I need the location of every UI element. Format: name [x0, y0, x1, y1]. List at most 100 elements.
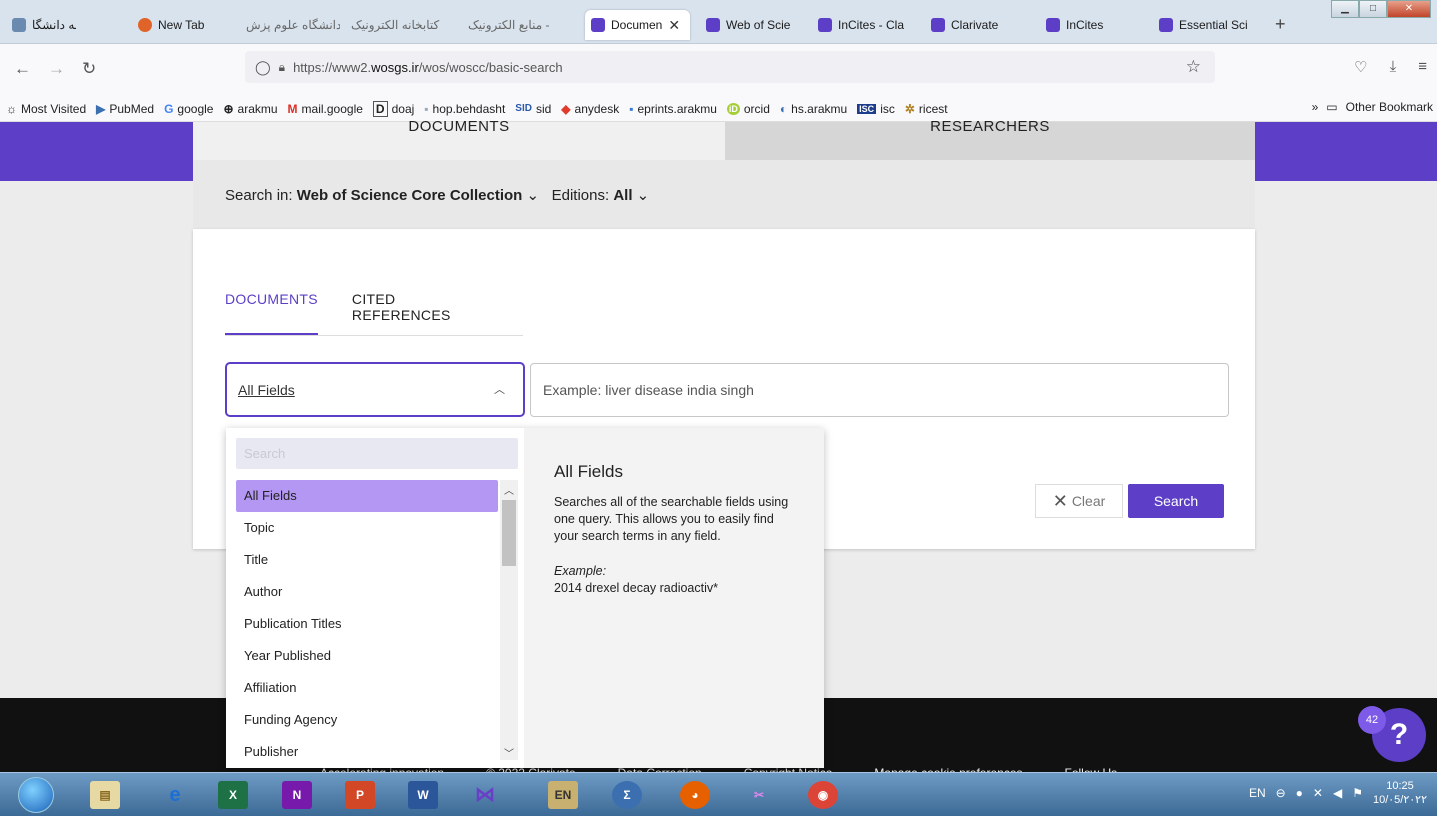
bookmark-item[interactable]: SID sid	[515, 102, 551, 116]
browser-tab[interactable]: New Tab	[132, 10, 222, 40]
clock[interactable]: 10:25 10/۰5/۲۰۲۲	[1373, 779, 1427, 807]
dropdown-item-affiliation[interactable]: Affiliation	[236, 672, 498, 704]
folder-icon: ▭	[1326, 100, 1338, 114]
back-arrow-icon[interactable]: ←	[14, 59, 31, 79]
language-indicator[interactable]: EN	[1249, 786, 1266, 800]
bookmark-item[interactable]: ▪ eprints.arakmu	[629, 102, 717, 116]
other-bookmarks[interactable]: Other Bookmark	[1346, 100, 1433, 114]
pocket-icon[interactable]: ♡	[1354, 58, 1367, 76]
math-app-icon[interactable]: Σ	[612, 781, 642, 809]
clarivate-icon	[706, 18, 720, 32]
bookmark-icon: ISC	[857, 103, 877, 114]
bookmark-item[interactable]: ▶ PubMed	[96, 102, 154, 116]
dropdown-item-publication-titles[interactable]: Publication Titles	[236, 608, 498, 640]
chevron-down-icon: ⌄	[526, 187, 540, 204]
bookmark-item[interactable]: ISC isc	[857, 102, 895, 116]
clear-button[interactable]: ✕ Clear	[1035, 484, 1123, 518]
scrollbar-thumb[interactable]	[502, 500, 516, 566]
browser-tab[interactable]: دانشگاه علوم پزش	[240, 10, 340, 40]
close-tab-icon[interactable]: ✕	[668, 17, 680, 34]
clarivate-icon	[1046, 18, 1060, 32]
maximize-icon[interactable]: □	[1359, 0, 1387, 18]
start-button[interactable]	[18, 777, 54, 813]
bookmark-item[interactable]: Mmail.google	[288, 102, 363, 116]
browser-tab[interactable]: InCites	[1040, 10, 1145, 40]
dropdown-item-year-published[interactable]: Year Published	[236, 640, 498, 672]
dropdown-item-author[interactable]: Author	[236, 576, 498, 608]
search-in-selector[interactable]: Search in: Web of Science Core Collectio…	[225, 186, 649, 204]
bookmark-item[interactable]: iD orcid	[726, 102, 770, 116]
bookmark-item[interactable]: ◆ anydesk	[561, 102, 619, 116]
search-button[interactable]: Search	[1128, 484, 1224, 518]
bookmark-item[interactable]: ✲ ricest	[905, 102, 948, 116]
dropdown-item-topic[interactable]: Topic	[236, 512, 498, 544]
onenote-icon[interactable]: N	[282, 781, 312, 809]
bookmark-item[interactable]: Ggoogle	[164, 102, 213, 116]
dropdown-item-title[interactable]: Title	[236, 544, 498, 576]
dropdown-scrollbar[interactable]: ︿ ﹀	[500, 480, 518, 760]
new-tab-plus-icon[interactable]: +	[1275, 14, 1286, 35]
excel-icon[interactable]: X	[218, 781, 248, 809]
editions-selector[interactable]: Editions: All ⌄	[552, 187, 650, 204]
url-bar[interactable]: ◯ 🔒︎ https://www2. wosgs.ir/wos/woscc/bas…	[245, 51, 1215, 83]
scroll-up-icon[interactable]: ︿	[500, 482, 518, 497]
menu-icon[interactable]: ≡	[1418, 58, 1427, 76]
bookmark-item[interactable]: ⊕ arakmu	[223, 102, 277, 116]
scroll-down-icon[interactable]: ﹀	[500, 745, 518, 760]
tab-documents-search[interactable]: DOCUMENTS	[225, 281, 318, 335]
bookmark-star-icon[interactable]: ☆	[1186, 57, 1201, 77]
network-icon[interactable]: ●	[1296, 786, 1303, 800]
flag-icon[interactable]: ⚑	[1352, 786, 1363, 800]
bookmark-icon: ◐	[779, 101, 788, 116]
tab-cited-references[interactable]: CITED REFERENCES	[352, 281, 489, 335]
chevron-up-icon: ︿	[494, 384, 505, 396]
browser-tab[interactable]: InCites - Cla	[812, 10, 917, 40]
powerpoint-icon[interactable]: P	[345, 781, 375, 809]
dropdown-search-input[interactable]	[236, 438, 518, 469]
field-select[interactable]: All Fields ︿	[225, 362, 525, 417]
search-query-input[interactable]	[530, 363, 1229, 417]
internet-explorer-icon[interactable]: e	[160, 781, 190, 809]
dropdown-item-publisher[interactable]: Publisher	[236, 736, 498, 768]
browser-toolbar-right: ♡ ⤓ ≡	[1354, 58, 1427, 76]
browser-tab-active[interactable]: Documen ✕	[585, 10, 690, 40]
app-tray-icon[interactable]: ✕	[1313, 786, 1323, 800]
browser-tab[interactable]: Clarivate	[925, 10, 1030, 40]
dropdown-list: All Fields Topic Title Author Publicatio…	[236, 480, 498, 768]
visual-studio-icon[interactable]: ⋈	[470, 781, 500, 809]
browser-tab[interactable]: مجله دانشگا	[6, 10, 76, 40]
firefox-taskbar-icon[interactable]: ◕	[680, 781, 710, 809]
language-app-icon[interactable]: EN	[548, 781, 578, 809]
bookmark-item[interactable]: ◐ hs.arakmu	[780, 102, 847, 116]
dropdown-item-all-fields[interactable]: All Fields	[236, 480, 498, 512]
example-value: 2014 drexel decay radioactiv*	[554, 581, 718, 595]
snipping-tool-icon[interactable]: ✂	[744, 781, 774, 809]
browser-tab[interactable]: منابع الکترونیک -	[462, 10, 582, 40]
teamviewer-icon[interactable]: ⊖	[1276, 786, 1286, 800]
clarivate-icon	[818, 18, 832, 32]
search-header-card: DOCUMENTS RESEARCHERS Search in: Web of …	[193, 119, 1255, 229]
file-explorer-icon[interactable]: ▤	[90, 781, 120, 809]
tab-documents[interactable]: DOCUMENTS	[193, 119, 725, 160]
minimize-icon[interactable]: ▁	[1331, 0, 1359, 18]
word-icon[interactable]: W	[408, 781, 438, 809]
window-close-icon[interactable]: ✕	[1387, 0, 1431, 18]
bookmark-item[interactable]: ▪ hop.behdasht	[424, 102, 505, 116]
bookmark-icon: SID	[515, 103, 532, 114]
forward-arrow-icon[interactable]: →	[48, 59, 65, 79]
bookmark-item[interactable]: ☼ Most Visited	[6, 102, 86, 116]
volume-icon[interactable]: ◀	[1333, 786, 1342, 800]
download-icon[interactable]: ⤓	[1390, 58, 1397, 76]
bookmark-item[interactable]: Ddoaj	[372, 100, 414, 117]
browser-tab[interactable]: کتابخانه الکترونیک	[345, 10, 450, 40]
window-controls: ▁ □ ✕	[1331, 0, 1431, 20]
browser-tab[interactable]: Web of Scie	[700, 10, 805, 40]
tab-researchers[interactable]: RESEARCHERS	[725, 119, 1255, 160]
clarivate-icon	[591, 18, 605, 32]
chrome-icon[interactable]: ◉	[808, 781, 838, 809]
dropdown-item-funding-agency[interactable]: Funding Agency	[236, 704, 498, 736]
chevron-right-icon[interactable]: »	[1312, 100, 1319, 114]
reload-icon[interactable]: ↻	[82, 59, 96, 79]
browser-tab[interactable]: Essential Sci	[1153, 10, 1263, 40]
example-label: Example:	[554, 564, 607, 578]
